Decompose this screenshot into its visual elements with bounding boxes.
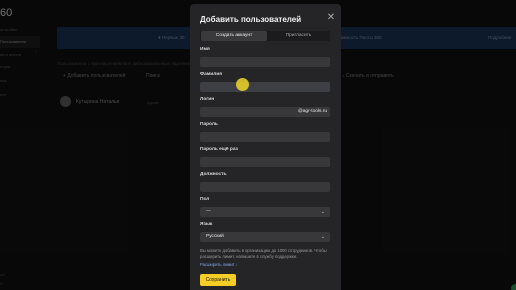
mode-switch: Создать аккаунт Пригласить (200, 31, 330, 41)
chevron-down-icon: ⌄ (320, 234, 325, 240)
position-field[interactable] (200, 182, 330, 192)
gender-label: Пол (200, 197, 210, 202)
first-name-field[interactable] (200, 57, 330, 67)
login-domain-suffix: @agr-tools.ru (297, 109, 327, 114)
login-label: Логин (200, 97, 215, 102)
language-select[interactable]: Русский ⌄ (200, 232, 330, 242)
first-name-label: Имя (200, 47, 210, 52)
chevron-down-icon: ⌄ (320, 209, 325, 215)
gender-select[interactable]: — ⌄ (200, 207, 330, 217)
password-field[interactable] (200, 132, 330, 142)
password-label: Пароль (200, 122, 218, 127)
login-field[interactable]: @agr-tools.ru (200, 107, 330, 117)
language-value: Русский (206, 234, 224, 239)
password-repeat-field[interactable] (200, 157, 330, 167)
modal-title: Добавить пользователей (200, 15, 302, 24)
tab-create-account[interactable]: Создать аккаунт (201, 31, 267, 41)
expand-limit-link[interactable]: Расширить лимит ↓ (200, 262, 238, 267)
add-users-modal: Добавить пользователей ✕ Создать аккаунт… (190, 4, 341, 290)
last-name-label: Фамилия (200, 72, 223, 77)
position-label: Должность (200, 172, 227, 177)
password-repeat-label: Пароль ещё раз (200, 147, 238, 152)
mouse-cursor-highlight (236, 78, 249, 91)
language-label: Язык (200, 222, 213, 227)
save-button[interactable]: Сохранить (200, 274, 236, 286)
gender-value: — (206, 209, 211, 214)
close-icon[interactable]: ✕ (326, 13, 336, 23)
last-name-field[interactable] (200, 82, 330, 92)
limit-note: Вы можете добавить в организацию до 1000… (200, 248, 327, 259)
tab-invite[interactable]: Пригласить (267, 31, 330, 41)
